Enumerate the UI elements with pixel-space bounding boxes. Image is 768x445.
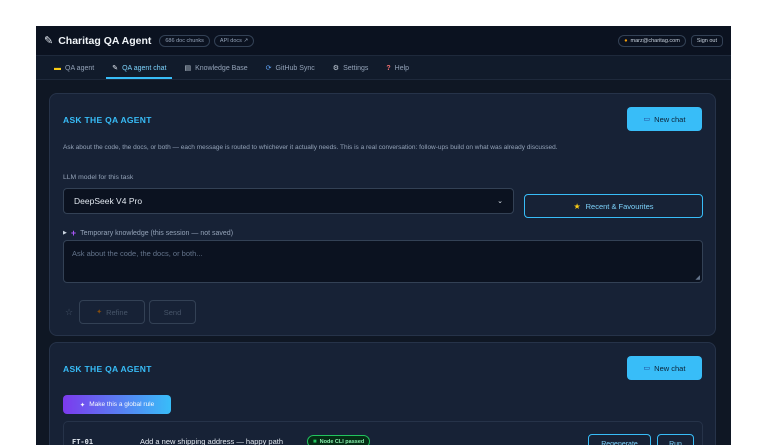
app-title: Charitag QA Agent [58,34,152,47]
tab-bar: ▬ QA agent ✎ QA agent chat ▤ Knowledge B… [36,56,731,80]
user-badge: ● marz@charitag.com [618,34,686,47]
plus-icon: + [70,228,77,238]
pencil-icon: ✎ [44,35,54,47]
recent-favourites-button[interactable]: ★ Recent & Favourites [524,194,703,218]
user-email: marz@charitag.com [630,37,680,44]
status-badge: ■ Node CLI passed [307,435,371,445]
tab-label: Help [394,65,410,72]
sign-out-button[interactable]: Sign out [690,34,723,47]
pencil-icon: ✎ [112,65,119,72]
new-chat-button[interactable]: ▭ New chat [627,356,702,380]
chevron-down-icon: ⌄ [497,198,503,205]
chat-icon: ▭ [643,116,651,123]
button-label: Recent & Favourites [585,201,654,211]
star-icon: ★ [573,201,581,211]
message-input[interactable]: Ask about the code, the docs, or both...… [63,240,703,283]
temp-knowledge-toggle[interactable]: ▶ + Temporary knowledge (this session — … [63,228,233,238]
sync-icon: ⟳ [265,65,272,72]
app-window: ✎ Charitag QA Agent 686 doc chunks API d… [36,26,731,445]
tab-label: Knowledge Base [195,64,248,72]
button-label: Refine [106,307,128,317]
test-id: FT-01 [72,438,94,445]
model-select[interactable]: DeepSeek V4 Pro ⌄ [63,188,514,214]
sparkle-icon: ✦ [79,401,86,409]
card-icon: ▬ [54,65,61,72]
run-button[interactable]: Run [657,434,694,445]
books-icon: ▤ [184,65,192,72]
tab-label: Settings [343,64,369,72]
regenerate-button[interactable]: Regenerate [588,434,651,445]
api-docs-link[interactable]: API docs ↗ [213,34,255,47]
question-icon: ? [386,65,391,72]
input-placeholder: Ask about the code, the docs, or both... [72,249,203,258]
triangle-right-icon: ▶ [63,230,67,236]
user-icon: ● [624,37,628,44]
model-selected-value: DeepSeek V4 Pro [74,196,143,206]
top-right-controls: ● marz@charitag.com Sign out [618,34,723,47]
refine-button[interactable]: ✦ Refine [79,300,145,324]
button-label: Make this a global rule [89,401,155,408]
button-label: New chat [654,363,686,373]
result-card: ASK THE QA AGENT ▭ New chat ✦ Make this … [49,342,716,445]
card-title: ASK THE QA AGENT [63,364,152,374]
check-square-icon: ■ [313,438,317,445]
tab-label: QA agent [65,65,95,72]
temp-knowledge-label: Temporary knowledge (this session — not … [80,229,234,237]
test-row: FT-01 Add a new shipping address — happy… [63,421,703,445]
doc-chunks-badge: 686 doc chunks [159,34,210,47]
button-label: New chat [654,114,686,124]
resize-handle-icon[interactable]: ◢ [695,274,700,281]
tab-knowledge-base[interactable]: ▤ Knowledge Base [178,64,253,79]
send-button[interactable]: Send [149,300,196,324]
tab-label: GitHub Sync [275,64,315,72]
top-bar: ✎ Charitag QA Agent 686 doc chunks API d… [36,26,731,56]
new-chat-button[interactable]: ▭ New chat [627,107,702,131]
chat-icon: ▭ [643,365,651,372]
test-title: Add a new shipping address — happy path [140,437,284,445]
card-title: ASK THE QA AGENT [63,115,152,125]
tab-help[interactable]: ? Help [380,65,415,79]
tab-label: QA agent chat [122,64,167,72]
tab-github-sync[interactable]: ⟳ GitHub Sync [260,64,321,79]
sparkle-icon: ✦ [96,309,103,316]
status-label: Node CLI passed [319,438,365,445]
tab-settings[interactable]: ⚙ Settings [327,64,375,79]
gear-icon: ⚙ [332,65,340,72]
card-description: Ask about the code, the docs, or both — … [63,144,558,151]
model-label: LLM model for this task [63,174,134,181]
chat-card: ASK THE QA AGENT ▭ New chat Ask about th… [49,93,716,336]
tab-qa-agent-chat[interactable]: ✎ QA agent chat [106,64,173,79]
tab-qa-agent[interactable]: ▬ QA agent [48,65,100,79]
global-rule-button[interactable]: ✦ Make this a global rule [63,395,171,414]
star-outline-icon[interactable]: ☆ [65,307,73,318]
